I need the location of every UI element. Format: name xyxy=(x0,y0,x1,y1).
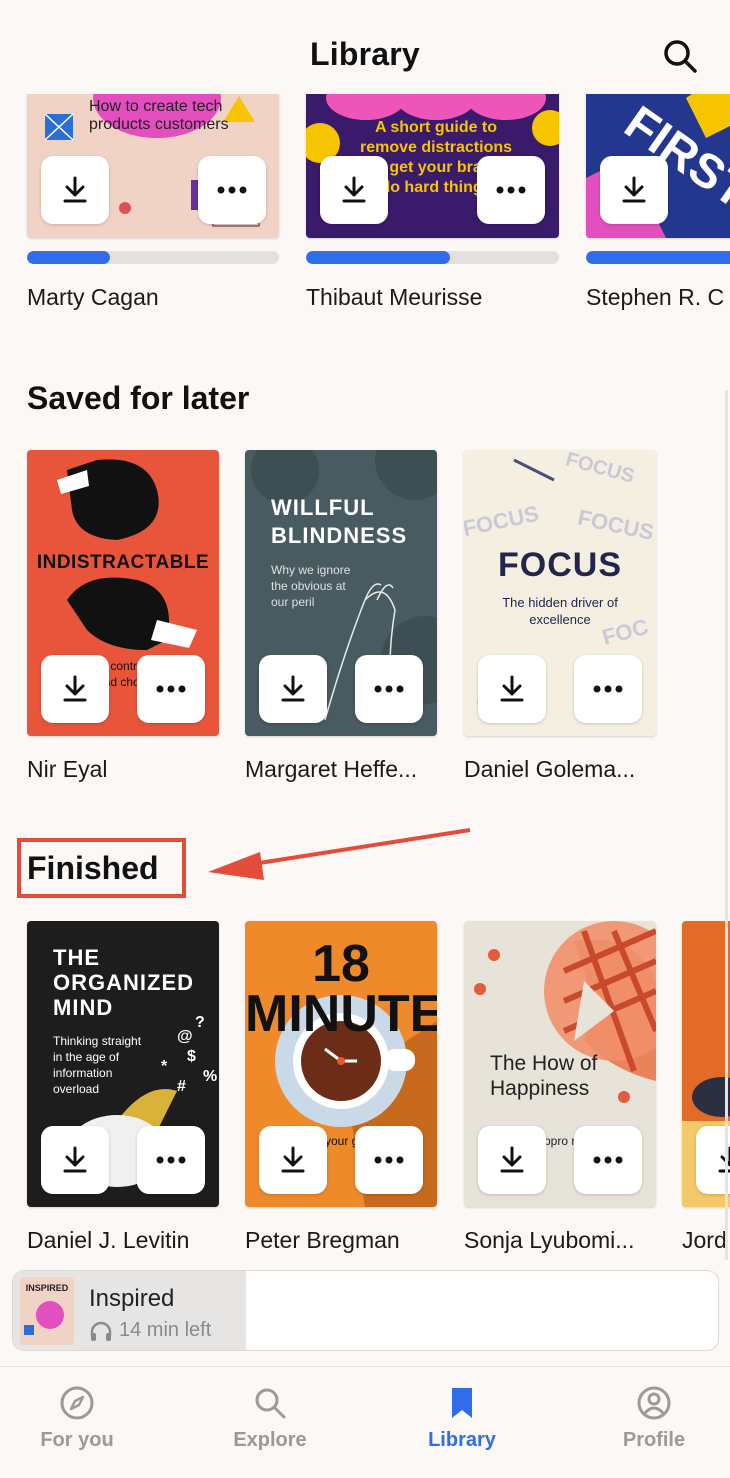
more-icon xyxy=(593,1156,623,1164)
download-icon xyxy=(281,675,305,702)
download-button[interactable] xyxy=(478,655,546,723)
cover-subtitle: The hidden driver of excellence xyxy=(502,595,618,627)
cover-title: THE ORGANIZED MIND xyxy=(53,945,194,1020)
book-author: Daniel J. Levitin xyxy=(27,1227,190,1253)
library-scroll-area[interactable]: How to create tech products customers Ma… xyxy=(0,0,730,1366)
bookmark-icon xyxy=(452,1388,472,1418)
cover-title: The How of Happiness xyxy=(490,1052,598,1100)
download-button[interactable] xyxy=(41,1126,109,1194)
nav-item-for-you[interactable]: For you xyxy=(7,1385,147,1452)
search-button[interactable] xyxy=(660,36,700,76)
cover-subtitle: Why we ignore the obvious at our peril xyxy=(271,563,351,609)
svg-text:FOCUS: FOCUS xyxy=(563,450,636,488)
annotation-arrow xyxy=(208,828,471,880)
cover-art: INSPIRED xyxy=(20,1277,74,1345)
download-icon xyxy=(63,1146,87,1173)
svg-text:FOCUS: FOCUS xyxy=(576,505,656,545)
book-author: Thibaut Meurisse xyxy=(306,284,483,310)
bottom-nav: For you Explore Library Profile xyxy=(0,1366,730,1478)
more-icon xyxy=(156,685,186,693)
download-icon xyxy=(622,176,646,203)
download-icon xyxy=(342,176,366,203)
book-author: Jord xyxy=(682,1227,727,1253)
download-button[interactable] xyxy=(259,1126,327,1194)
nav-item-explore[interactable]: Explore xyxy=(200,1385,340,1452)
download-icon xyxy=(281,1146,305,1173)
download-icon xyxy=(63,176,87,203)
progress-fill xyxy=(586,251,730,264)
svg-text:$: $ xyxy=(187,1048,196,1065)
more-options-button[interactable] xyxy=(355,1126,423,1194)
progress-bar xyxy=(586,251,730,264)
more-options-button[interactable] xyxy=(355,655,423,723)
more-options-button[interactable] xyxy=(574,655,642,723)
nav-label: Profile xyxy=(622,1429,686,1451)
more-options-button[interactable] xyxy=(137,655,205,723)
more-icon xyxy=(374,685,404,693)
book-author: Sonja Lyubomi... xyxy=(464,1227,635,1253)
more-icon xyxy=(593,685,623,693)
progress-fill xyxy=(27,251,111,264)
svg-text:*: * xyxy=(161,1058,168,1075)
mini-player[interactable]: INSPIRED Inspired 14 min left xyxy=(12,1270,719,1351)
svg-text:@: @ xyxy=(177,1028,193,1045)
nav-item-profile[interactable]: Profile xyxy=(584,1385,724,1452)
search-icon xyxy=(255,1388,286,1419)
more-icon xyxy=(156,1156,186,1164)
download-icon xyxy=(500,1146,524,1173)
book-author: Nir Eyal xyxy=(27,756,108,782)
download-button[interactable] xyxy=(259,655,327,723)
cover-title: FOCUS xyxy=(498,546,622,584)
download-button[interactable] xyxy=(320,156,388,224)
svg-text:#: # xyxy=(177,1078,186,1095)
more-options-button[interactable] xyxy=(477,156,545,224)
section-title-saved: Saved for later xyxy=(27,380,250,416)
cover-title: 18 MINUTES xyxy=(245,935,437,1043)
download-icon xyxy=(63,675,87,702)
progress-bar xyxy=(27,251,279,264)
mini-player-cover: INSPIRED xyxy=(20,1277,74,1345)
download-button[interactable] xyxy=(600,156,668,224)
more-options-button[interactable] xyxy=(137,1126,205,1194)
book-author: Margaret Heffe... xyxy=(245,756,418,782)
scrollbar[interactable] xyxy=(725,390,728,1260)
headphones-icon xyxy=(90,1321,112,1341)
more-options-button[interactable] xyxy=(574,1126,642,1194)
book-author: Peter Bregman xyxy=(245,1227,400,1253)
progress-fill xyxy=(306,251,451,264)
more-options-button[interactable] xyxy=(198,156,266,224)
profile-icon xyxy=(637,1386,671,1420)
progress-bar xyxy=(306,251,559,264)
top-bar: Library xyxy=(0,0,730,94)
nav-label: Library xyxy=(428,1429,496,1451)
mini-player-title: Inspired xyxy=(89,1285,175,1312)
svg-text:%: % xyxy=(203,1068,217,1085)
more-icon xyxy=(374,1156,404,1164)
cover-title: INDISTRACTABLE xyxy=(36,552,210,573)
more-icon xyxy=(217,186,247,194)
mini-player-time-left: 14 min left xyxy=(119,1319,212,1341)
cover-text: How to create tech products customers xyxy=(89,98,229,133)
search-icon xyxy=(664,40,697,73)
mini-player-subtitle: 14 min left xyxy=(89,1319,211,1342)
download-button[interactable] xyxy=(41,156,109,224)
download-button[interactable] xyxy=(41,655,109,723)
compass-icon xyxy=(60,1386,94,1420)
book-author: Stephen R. C xyxy=(586,284,725,310)
cover-subtitle: Thinking straight in the age of informat… xyxy=(53,1034,142,1096)
download-button[interactable] xyxy=(478,1126,546,1194)
page-title: Library xyxy=(310,36,420,72)
mini-player-cover-text: INSPIRED xyxy=(26,1283,69,1293)
svg-text:FOCUS: FOCUS xyxy=(464,501,541,541)
book-author: Marty Cagan xyxy=(27,284,159,310)
nav-label: Explore xyxy=(233,1429,307,1451)
nav-label: For you xyxy=(40,1429,114,1451)
book-author: Daniel Golema... xyxy=(464,756,636,782)
cover-title: WILLFUL BLINDNESS xyxy=(271,495,408,548)
nav-item-library[interactable]: Library xyxy=(392,1385,532,1452)
more-icon xyxy=(496,186,526,194)
download-icon xyxy=(500,675,524,702)
annotation-highlight-box xyxy=(17,838,186,898)
